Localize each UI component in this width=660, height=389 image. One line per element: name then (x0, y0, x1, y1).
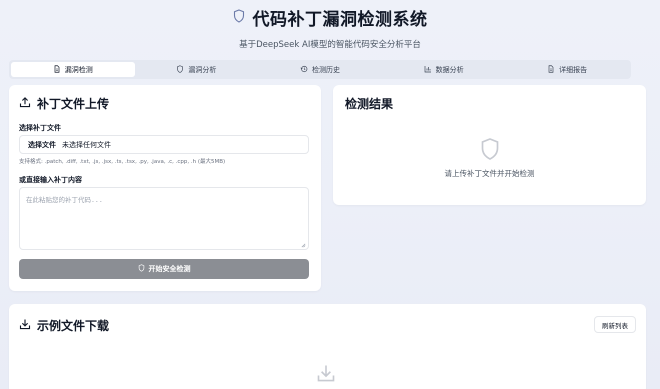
shield-icon (138, 264, 145, 274)
tab-label: 漏洞分析 (188, 65, 217, 74)
result-empty-message: 请上传补丁文件并开始检测 (444, 169, 535, 178)
title-row: 代码补丁漏洞检测系统 (0, 5, 660, 30)
download-icon (19, 318, 31, 333)
tab-label: 详细报告 (559, 65, 588, 74)
tab-data-analysis[interactable]: 数据分析 (382, 62, 506, 77)
tab-label: 数据分析 (435, 65, 464, 74)
history-icon (300, 65, 308, 75)
formats-hint: 支持格式: .patch, .diff, .txt, .js, .jsx, .t… (19, 159, 226, 165)
start-scan-label: 开始安全检测 (148, 265, 191, 273)
tab-label: 检测历史 (311, 65, 340, 74)
patch-content-textarea[interactable]: 在此粘贴您的补丁代码... (19, 187, 309, 250)
upload-title-text: 补丁文件上传 (37, 97, 110, 111)
samples-card-title: 示例文件下载 (19, 317, 109, 334)
bar-chart-icon (424, 65, 432, 75)
tab-vuln-analysis[interactable]: 漏洞分析 (135, 62, 259, 77)
result-card-title: 检测结果 (345, 97, 394, 111)
main-tabs: 漏洞检测 漏洞分析 检测历史 数据分析 详细报告 (9, 60, 631, 79)
file-icon (53, 64, 61, 75)
upload-card: 补丁文件上传 选择补丁文件 选择文件 未选择任何文件 支持格式: .patch,… (9, 85, 321, 291)
tab-label: 漏洞检测 (64, 65, 93, 74)
resize-handle-icon[interactable] (301, 242, 306, 248)
choose-file-button[interactable]: 选择文件 (28, 140, 56, 150)
shield-icon (480, 138, 500, 165)
shield-icon (233, 8, 245, 27)
file-input[interactable]: 选择文件 未选择任何文件 (19, 135, 309, 154)
file-label: 选择补丁文件 (19, 124, 61, 132)
content-label: 或直接输入补丁内容 (19, 176, 82, 184)
page-subtitle: 基于DeepSeek AI模型的智能代码安全分析平台 (239, 40, 421, 50)
upload-icon (19, 96, 31, 111)
result-card: 检测结果 请上传补丁文件并开始检测 (333, 85, 646, 205)
file-status: 未选择任何文件 (62, 140, 111, 149)
tab-detail-report[interactable]: 详细报告 (505, 62, 629, 77)
samples-title-text: 示例文件下载 (37, 319, 110, 333)
upload-card-title: 补丁文件上传 (19, 95, 109, 112)
file-text-icon (547, 64, 555, 75)
download-icon (316, 362, 336, 388)
page-title: 代码补丁漏洞检测系统 (252, 10, 428, 30)
shield-icon (176, 64, 184, 75)
start-scan-button[interactable]: 开始安全检测 (19, 259, 309, 279)
tab-vuln-detect[interactable]: 漏洞检测 (11, 62, 135, 77)
page-header: 代码补丁漏洞检测系统 基于DeepSeek AI模型的智能代码安全分析平台 (0, 5, 660, 50)
samples-card: 示例文件下载 刷新列表 (9, 304, 646, 389)
textarea-placeholder: 在此粘贴您的补丁代码... (26, 196, 103, 204)
result-empty-state: 请上传补丁文件并开始检测 (333, 137, 646, 179)
tab-detect-history[interactable]: 检测历史 (258, 62, 382, 77)
refresh-list-button[interactable]: 刷新列表 (594, 316, 636, 333)
